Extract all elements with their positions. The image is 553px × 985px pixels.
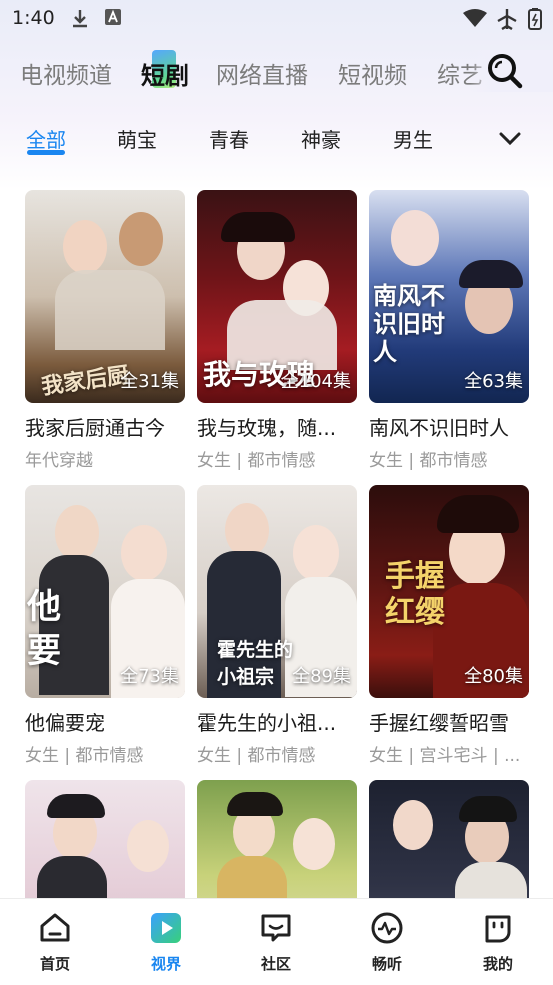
drama-grid: 我家后厨 全31集 我家后厨通古今 年代穿越 我与玫瑰 全104集 我与玫瑰，随… <box>0 190 553 898</box>
drama-card[interactable] <box>25 780 185 898</box>
download-icon <box>73 10 87 28</box>
app-notification-icon <box>105 9 121 25</box>
drama-poster[interactable] <box>369 780 529 898</box>
poster-figure-body <box>455 862 527 898</box>
play-icon <box>151 913 181 943</box>
drama-poster[interactable]: 霍先生的小祖宗 全89集 <box>197 485 357 698</box>
home-icon <box>40 913 70 942</box>
drama-title[interactable]: 我与玫瑰，随... <box>197 412 367 441</box>
drama-tags: 女生 | 都市情感 <box>369 451 488 471</box>
poster-hair <box>437 495 519 533</box>
drama-card[interactable]: 我家后厨 全31集 我家后厨通古今 年代穿越 <box>25 190 185 471</box>
chevron-down-icon[interactable] <box>496 124 524 152</box>
drama-tags: 女生 | 宫斗宅斗 | ... <box>369 746 521 766</box>
nav-listen[interactable]: 畅听 <box>347 911 427 974</box>
poster-hair <box>459 796 517 822</box>
nav-home[interactable]: 首页 <box>15 911 95 974</box>
tab-tv-channels[interactable]: 电视频道 <box>20 56 112 90</box>
genre-filter-tabs: 全部 萌宝 青春 神豪 男生 <box>0 118 553 162</box>
drama-card[interactable]: 霍先生的小祖宗 全89集 霍先生的小祖... 女生 | 都市情感 <box>197 485 357 766</box>
profile-icon <box>485 915 511 943</box>
drama-title[interactable]: 南风不识旧时人 <box>369 412 539 441</box>
tab-short-videos[interactable]: 短视频 <box>338 56 407 90</box>
filter-youth[interactable]: 青春 <box>209 124 249 153</box>
filter-cute-baby[interactable]: 萌宝 <box>117 124 157 153</box>
nav-vision-label: 视界 <box>150 955 181 973</box>
poster-hair <box>221 212 295 242</box>
poster-figure <box>63 220 107 274</box>
drama-card[interactable] <box>369 780 529 898</box>
nav-profile-label: 我的 <box>482 955 513 973</box>
filter-tycoon[interactable]: 神豪 <box>301 124 341 153</box>
drama-tags: 女生 | 都市情感 <box>197 746 316 766</box>
episode-count: 全80集 <box>464 666 523 687</box>
poster-figure <box>391 210 439 266</box>
filter-all[interactable]: 全部 <box>26 124 66 153</box>
nav-listen-label: 畅听 <box>371 955 402 973</box>
poster-hair <box>47 794 105 818</box>
poster-figure <box>225 503 269 557</box>
poster-hair <box>227 792 283 816</box>
airplane-mode-icon <box>497 9 517 30</box>
drama-card[interactable]: 南风不识旧时人 全63集 南风不识旧时人 女生 | 都市情感 <box>369 190 529 471</box>
drama-card[interactable]: 手握红缨 全80集 手握红缨誓昭雪 女生 | 宫斗宅斗 | ... <box>369 485 529 766</box>
poster-title-art: 手握红缨 <box>385 559 445 630</box>
poster-figure <box>55 505 99 561</box>
drama-title[interactable]: 霍先生的小祖... <box>197 707 367 736</box>
poster-hair <box>459 260 523 288</box>
drama-card[interactable]: 我与玫瑰 全104集 我与玫瑰，随... 女生 | 都市情感 <box>197 190 357 471</box>
drama-title[interactable]: 他偏要宠 <box>25 707 195 736</box>
chat-icon <box>261 914 291 942</box>
status-time: 1:40 <box>12 7 55 29</box>
drama-card[interactable] <box>197 780 357 898</box>
drama-title[interactable]: 手握红缨誓昭雪 <box>369 707 539 736</box>
poster-figure-body <box>37 856 107 898</box>
episode-count: 全104集 <box>280 371 351 392</box>
episode-count: 全63集 <box>464 371 523 392</box>
drama-poster[interactable]: 我与玫瑰 全104集 <box>197 190 357 403</box>
tab-short-dramas[interactable]: 短剧 <box>141 56 189 91</box>
tab-live-streams[interactable]: 网络直播 <box>216 56 308 90</box>
battery-icon <box>528 8 542 30</box>
drama-title[interactable]: 我家后厨通古今 <box>25 412 195 441</box>
poster-figure-body <box>55 270 165 350</box>
poster-figure <box>293 818 335 870</box>
drama-tags: 年代穿越 <box>25 451 93 471</box>
drama-poster[interactable] <box>25 780 185 898</box>
active-filter-underline <box>27 150 65 155</box>
drama-poster[interactable]: 手握红缨 全80集 <box>369 485 529 698</box>
poster-title-art: 他要 <box>27 587 61 671</box>
drama-poster[interactable] <box>197 780 357 898</box>
audio-wave-icon <box>371 912 403 944</box>
episode-count: 全73集 <box>120 666 179 687</box>
drama-poster[interactable]: 南风不识旧时人 全63集 <box>369 190 529 403</box>
poster-title-art: 霍先生的小祖宗 <box>217 639 294 688</box>
filter-male[interactable]: 男生 <box>393 124 433 153</box>
drama-card[interactable]: 他要 全73集 他偏要宠 女生 | 都市情感 <box>25 485 185 766</box>
wifi-icon <box>463 9 487 27</box>
status-bar: 1:40 <box>0 0 553 36</box>
poster-figure <box>121 525 167 581</box>
poster-title-art: 我家后厨 <box>40 362 131 400</box>
drama-tags: 女生 | 都市情感 <box>197 451 316 471</box>
episode-count: 全89集 <box>292 666 351 687</box>
episode-count: 全31集 <box>120 371 179 392</box>
drama-tags: 女生 | 都市情感 <box>25 746 144 766</box>
poster-figure <box>127 820 169 872</box>
poster-figure <box>119 212 163 266</box>
drama-poster[interactable]: 他要 全73集 <box>25 485 185 698</box>
nav-community-label: 社区 <box>260 955 291 973</box>
poster-title-art: 南风不识旧时人 <box>373 282 445 366</box>
nav-vision[interactable]: 视界 <box>126 911 206 974</box>
poster-figure <box>393 800 433 850</box>
nav-community[interactable]: 社区 <box>236 911 316 974</box>
poster-figure <box>293 525 339 581</box>
poster-figure-body <box>217 856 287 898</box>
nav-home-label: 首页 <box>39 955 70 973</box>
nav-profile[interactable]: 我的 <box>458 911 538 974</box>
bottom-navigation: 首页 视界 社区 畅听 我的 <box>0 898 553 985</box>
search-icon[interactable] <box>484 50 524 90</box>
drama-poster[interactable]: 我家后厨 全31集 <box>25 190 185 403</box>
